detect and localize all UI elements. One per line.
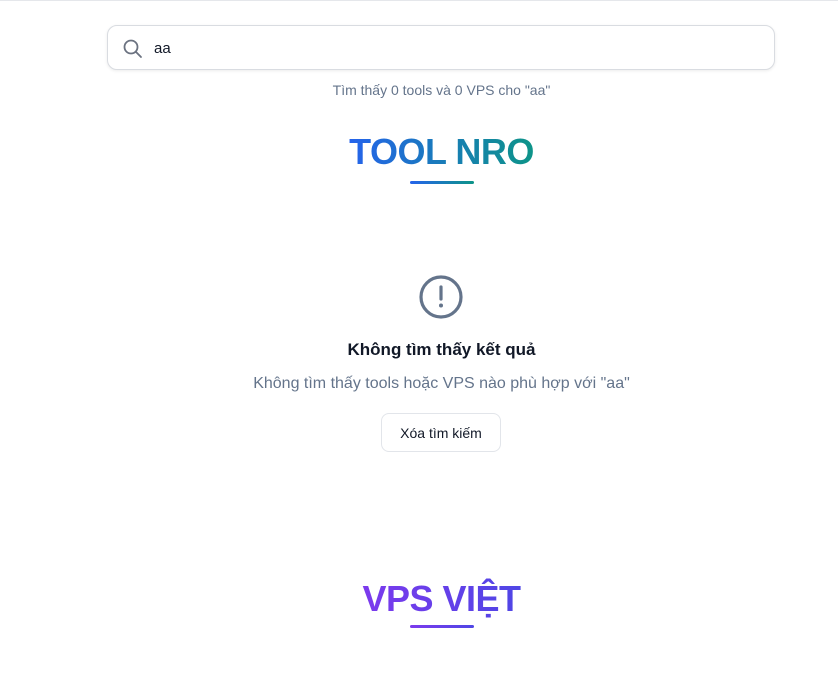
vps-section-underline <box>410 625 474 628</box>
empty-state-description: Không tìm thấy tools hoặc VPS nào phù hợ… <box>253 375 630 392</box>
results-summary: Tìm thấy 0 tools và 0 VPS cho "aa" <box>332 82 551 98</box>
empty-state-title: Không tìm thấy kết quả <box>347 340 536 359</box>
alert-circle-icon <box>418 274 464 320</box>
section-title-vps-viet: VPS VIỆT <box>0 578 838 620</box>
clear-search-button[interactable]: Xóa tìm kiếm <box>381 413 501 452</box>
tool-section-underline <box>410 181 474 184</box>
search-input[interactable] <box>154 34 754 62</box>
section-title-tool-nro: TOOL NRO <box>0 131 838 173</box>
search-box[interactable] <box>107 25 775 70</box>
vps-section-title-text: VPS VIỆT <box>362 578 521 619</box>
tool-section-title-text: TOOL NRO <box>349 131 534 172</box>
top-divider <box>0 0 838 1</box>
search-icon <box>122 38 144 60</box>
